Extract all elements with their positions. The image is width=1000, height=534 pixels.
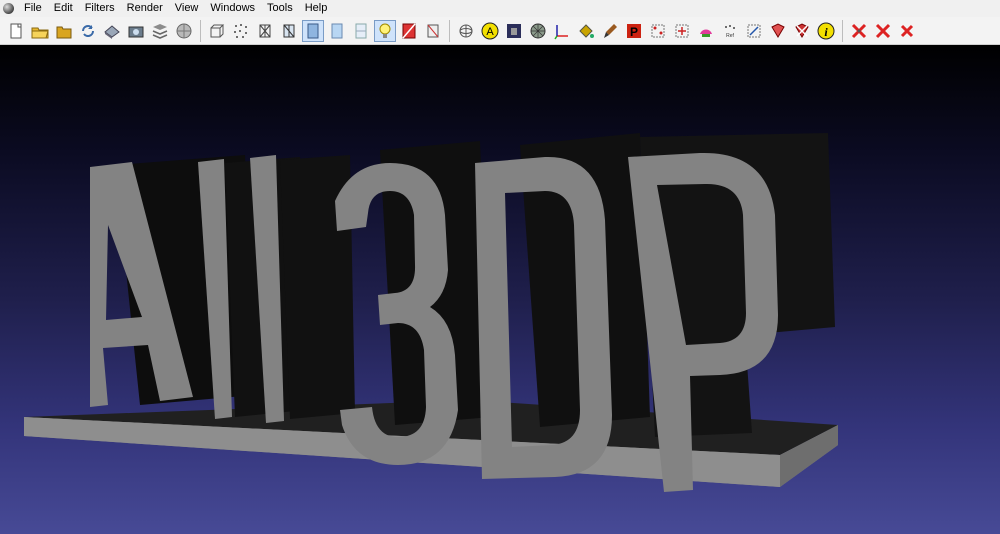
raster-layer-icon [505, 22, 523, 40]
layers-icon [151, 22, 169, 40]
menu-tools[interactable]: Tools [261, 0, 299, 17]
delete-vertices-icon [850, 22, 868, 40]
hidden-lines-icon [280, 22, 298, 40]
points-button[interactable] [230, 20, 252, 42]
flat-shading-icon [304, 22, 322, 40]
select-vertices-button[interactable] [647, 20, 669, 42]
points-icon [232, 22, 250, 40]
delete-vertices-button[interactable] [848, 20, 870, 42]
paint-bucket-button[interactable] [575, 20, 597, 42]
smooth-shading-button[interactable] [326, 20, 348, 42]
smooth-shading-icon [328, 22, 346, 40]
light-bulb-icon [376, 22, 394, 40]
toolbar-separator [842, 19, 843, 42]
reload-button[interactable] [77, 20, 99, 42]
open-project-button[interactable] [29, 20, 51, 42]
trackball-button[interactable] [455, 20, 477, 42]
meshlab-app-icon [3, 3, 14, 14]
sphere-button[interactable] [173, 20, 195, 42]
select-vertices-icon [649, 22, 667, 40]
menu-file[interactable]: File [18, 0, 48, 17]
move-selection-button[interactable] [671, 20, 693, 42]
delete-faces-button[interactable] [791, 20, 813, 42]
paint-brush-icon [601, 22, 619, 40]
pick-points-button[interactable]: P [623, 20, 645, 42]
backface-icon [400, 22, 418, 40]
open-folder-button[interactable] [53, 20, 75, 42]
menu-edit[interactable]: Edit [48, 0, 79, 17]
select-faces-button[interactable] [767, 20, 789, 42]
svg-text:A: A [486, 26, 494, 38]
move-selection-icon [673, 22, 691, 40]
pick-points-icon: P [625, 22, 643, 40]
hidden-lines-button[interactable] [278, 20, 300, 42]
reload-icon [79, 22, 97, 40]
mesh-sphere-button[interactable] [527, 20, 549, 42]
double-side-icon [424, 22, 442, 40]
paint-brush-button[interactable] [599, 20, 621, 42]
save-snapshot-icon [103, 22, 121, 40]
layers-button[interactable] [149, 20, 171, 42]
menu-windows[interactable]: Windows [204, 0, 261, 17]
wireframe-button[interactable] [254, 20, 276, 42]
texture-icon [352, 22, 370, 40]
axes-button[interactable] [551, 20, 573, 42]
double-side-button[interactable] [422, 20, 444, 42]
toolbar-separator [200, 19, 201, 42]
svg-text:P: P [630, 25, 638, 39]
camera-button[interactable] [125, 20, 147, 42]
camera-icon [127, 22, 145, 40]
main-toolbar: A P Ref i [0, 17, 1000, 45]
new-project-button[interactable] [5, 20, 27, 42]
paint-bucket-icon [577, 22, 595, 40]
delete-selected-icon [874, 22, 892, 40]
annotation-a-icon: A [481, 22, 499, 40]
delete-faces-icon [793, 22, 811, 40]
axes-icon [553, 22, 571, 40]
save-snapshot-button[interactable] [101, 20, 123, 42]
light-bulb-button[interactable] [374, 19, 396, 42]
texture-button[interactable] [350, 20, 372, 42]
reference-button[interactable]: Ref [719, 20, 741, 42]
menu-help[interactable]: Help [299, 0, 334, 17]
bounding-box-button[interactable] [206, 20, 228, 42]
wireframe-icon [256, 22, 274, 40]
select-faces-icon [769, 22, 787, 40]
menu-bar: File Edit Filters Render View Windows To… [0, 0, 1000, 17]
raster-layer-button[interactable] [503, 20, 525, 42]
sphere-icon [175, 22, 193, 40]
color-paint-button[interactable] [695, 20, 717, 42]
trackball-icon [457, 22, 475, 40]
open-project-icon [31, 22, 49, 40]
new-project-icon [7, 22, 25, 40]
delete-selected-button[interactable] [872, 20, 894, 42]
3d-viewport[interactable] [0, 45, 1000, 534]
align-icon [745, 22, 763, 40]
align-button[interactable] [743, 20, 765, 42]
close-button[interactable] [896, 20, 918, 42]
menu-filters[interactable]: Filters [79, 0, 121, 17]
mesh-sphere-icon [529, 22, 547, 40]
menu-view[interactable]: View [169, 0, 205, 17]
reference-icon: Ref [721, 22, 739, 40]
menu-render[interactable]: Render [121, 0, 169, 17]
mesh-render [24, 133, 838, 492]
info-button[interactable]: i [815, 20, 837, 42]
open-folder-icon [55, 22, 73, 40]
toolbar-separator [449, 19, 450, 42]
color-paint-icon [697, 22, 715, 40]
backface-button[interactable] [398, 20, 420, 42]
info-icon: i [817, 22, 835, 40]
flat-shading-button[interactable] [302, 19, 324, 42]
annotation-a-button[interactable]: A [479, 20, 501, 42]
svg-text:Ref: Ref [726, 33, 734, 39]
bounding-box-icon [208, 22, 226, 40]
close-icon [898, 22, 916, 40]
